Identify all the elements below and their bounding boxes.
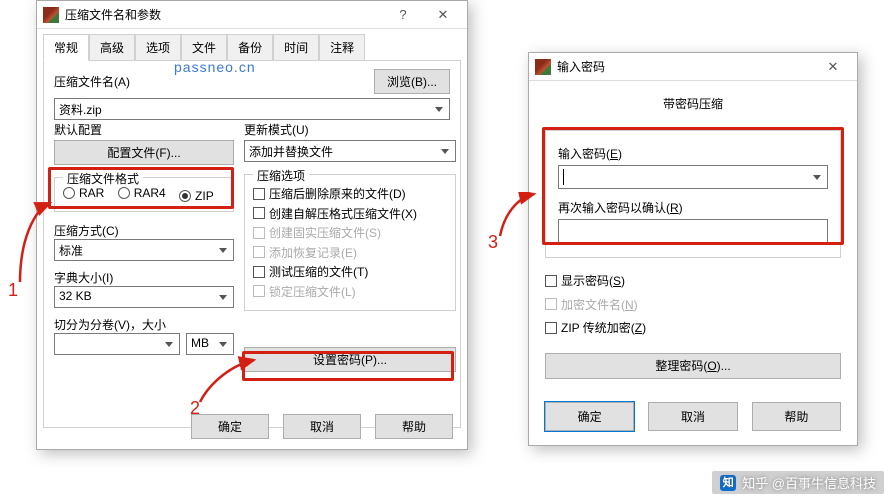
show-password-checkbox[interactable]: 显示密码(S) [545,272,625,289]
split-size-input[interactable] [54,333,180,355]
archive-params-dialog: 压缩文件名和参数 ? ✕ 常规 高级 选项 文件 备份 时间 注释 passne… [36,0,468,450]
password-input[interactable] [558,165,828,189]
dialog-buttons: 确定 取消 帮助 [545,402,841,431]
option-checkbox: 锁定压缩文件(L) [253,283,356,300]
format-zip-radio[interactable]: ZIP [179,189,214,203]
profiles-button[interactable]: 配置文件(F)... [54,140,234,165]
password-confirm-input[interactable] [558,219,828,243]
watermark-text: passneo.cn [174,59,256,75]
cancel-button[interactable]: 取消 [648,402,737,431]
tab-general[interactable]: 常规 [43,34,89,61]
tab-files[interactable]: 文件 [181,34,227,61]
tab-body: passneo.cn 压缩文件名(A) 浏览(B)... 资料.zip 默认配置… [43,60,461,428]
tab-time[interactable]: 时间 [273,34,319,61]
enter-password-dialog: 输入密码 ✕ 带密码压缩 输入密码(E) 再次输入密码以确认(R) 显示密码(S… [528,52,858,446]
app-icon [535,59,551,75]
option-checkbox[interactable]: 测试压缩的文件(T) [253,263,368,280]
option-checkbox[interactable]: 压缩后删除原来的文件(D) [253,185,406,202]
annotation-3: 3 [488,232,498,253]
titlebar: 压缩文件名和参数 ? ✕ [37,1,467,29]
annotation-1: 1 [8,280,18,301]
dialog-buttons: 确定 取消 帮助 [37,404,467,449]
help-icon[interactable]: ? [383,2,423,28]
close-icon[interactable]: ✕ [423,2,463,28]
archive-name-label: 压缩文件名(A) [54,73,368,90]
option-checkbox: 添加恢复记录(E) [253,244,357,261]
ok-button[interactable]: 确定 [545,402,634,431]
password-fields-group: 输入密码(E) 再次输入密码以确认(R) [545,130,841,258]
password-confirm-label: 再次输入密码以确认(R) [558,199,828,216]
format-rar-radio[interactable]: RAR [63,186,104,200]
titlebar: 输入密码 ✕ [529,53,857,81]
default-config-label: 默认配置 [54,121,234,138]
encrypt-filenames-checkbox: 加密文件名(N) [545,296,638,313]
tab-advanced[interactable]: 高级 [89,34,135,61]
options-group-label: 压缩选项 [253,167,309,184]
cancel-button[interactable]: 取消 [283,414,361,439]
tab-strip: 常规 高级 选项 文件 备份 时间 注释 [37,29,467,60]
dialog-title: 输入密码 [557,58,813,75]
method-select[interactable]: 标准 [54,239,234,261]
close-icon[interactable]: ✕ [813,54,853,80]
ok-button[interactable]: 确定 [191,414,269,439]
dialog-title: 压缩文件名和参数 [65,6,383,23]
update-mode-select[interactable]: 添加并替换文件 [244,140,456,162]
organize-passwords-button[interactable]: 整理密码(O)... [545,353,841,379]
set-password-button[interactable]: 设置密码(P)... [244,347,456,372]
tab-options[interactable]: 选项 [135,34,181,61]
tab-backup[interactable]: 备份 [227,34,273,61]
tab-comment[interactable]: 注释 [319,34,365,61]
format-rar4-radio[interactable]: RAR4 [118,186,166,200]
browse-button[interactable]: 浏览(B)... [374,69,450,94]
zhihu-attribution: 知 知乎 @百事牛信息科技 [712,471,884,494]
help-button[interactable]: 帮助 [375,414,453,439]
app-icon [43,7,59,23]
annotation-2: 2 [190,398,200,419]
split-label: 切分为分卷(V)，大小 [54,316,234,333]
method-label: 压缩方式(C) [54,222,234,239]
password-label: 输入密码(E) [558,145,828,162]
option-checkbox[interactable]: 创建自解压格式压缩文件(X) [253,205,417,222]
dict-select[interactable]: 32 KB [54,286,234,308]
headline: 带密码压缩 [545,95,841,112]
zip-legacy-checkbox[interactable]: ZIP 传统加密(Z) [545,319,646,336]
update-mode-label: 更新模式(U) [244,121,456,138]
archive-name-input[interactable]: 资料.zip [54,98,450,120]
zhihu-logo-icon: 知 [720,475,736,491]
format-group-label: 压缩文件格式 [63,170,143,187]
split-unit-select[interactable]: MB [186,333,234,355]
dict-label: 字典大小(I) [54,269,234,286]
help-button[interactable]: 帮助 [752,402,841,431]
option-checkbox: 创建固实压缩文件(S) [253,224,381,241]
